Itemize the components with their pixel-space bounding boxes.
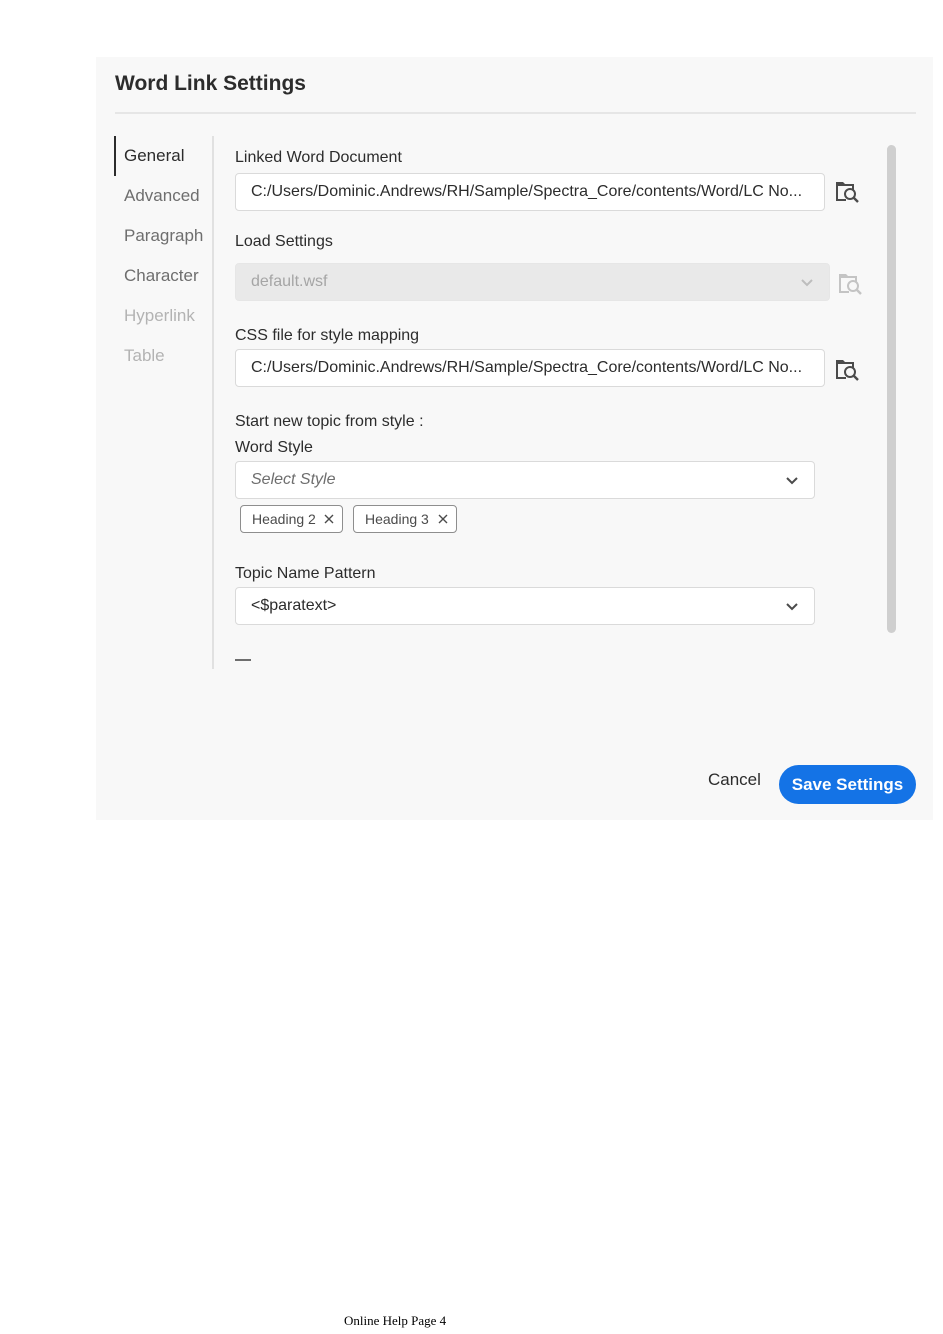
linked-doc-field[interactable]: C:/Users/Dominic.Andrews/RH/Sample/Spect…	[235, 173, 825, 211]
topic-pattern-label: Topic Name Pattern	[235, 565, 376, 582]
topic-pattern-value: <$paratext>	[251, 597, 337, 614]
load-settings-value: default.wsf	[251, 273, 328, 290]
tag-label: Heading 3	[365, 511, 429, 527]
word-style-placeholder: Select Style	[251, 471, 336, 488]
chevron-down-icon	[786, 477, 798, 485]
nav-item-general[interactable]: General	[114, 136, 212, 176]
style-tag-heading-3: Heading 3	[353, 505, 457, 533]
css-file-label: CSS file for style mapping	[235, 327, 420, 344]
nav-item-advanced[interactable]: Advanced	[114, 176, 212, 216]
collapsed-section-marker	[235, 659, 251, 661]
close-icon[interactable]	[438, 514, 448, 524]
nav-item-paragraph[interactable]: Paragraph	[114, 216, 212, 256]
load-settings-label: Load Settings	[235, 233, 333, 250]
topic-pattern-select[interactable]: <$paratext>	[235, 587, 815, 625]
save-settings-button[interactable]: Save Settings	[779, 765, 916, 804]
chevron-down-icon	[786, 603, 798, 611]
dialog-title: Word Link Settings	[115, 72, 306, 95]
tag-label: Heading 2	[252, 511, 316, 527]
settings-nav: General Advanced Paragraph Character Hyp…	[114, 136, 212, 376]
word-style-label: Word Style	[235, 439, 313, 456]
load-settings-select: default.wsf	[235, 263, 830, 301]
close-icon[interactable]	[324, 514, 334, 524]
nav-divider	[212, 136, 214, 669]
folder-search-icon	[836, 360, 859, 381]
nav-item-table: Table	[124, 346, 165, 365]
folder-search-icon	[839, 274, 862, 295]
page-footer: Online Help Page 4	[344, 1313, 447, 1328]
nav-item-character[interactable]: Character	[114, 256, 212, 296]
scrollbar[interactable]	[887, 145, 896, 633]
browse-load-settings-button	[838, 271, 864, 295]
nav-item-hyperlink: Hyperlink	[124, 306, 195, 325]
linked-doc-label: Linked Word Document	[235, 149, 402, 166]
chevron-down-icon	[801, 279, 813, 287]
word-style-select[interactable]: Select Style	[235, 461, 815, 499]
browse-linked-doc-button[interactable]	[835, 179, 861, 203]
title-divider	[115, 112, 916, 114]
style-tag-heading-2: Heading 2	[240, 505, 343, 533]
browse-css-button[interactable]	[835, 357, 861, 381]
word-link-settings-dialog: Word Link Settings General Advanced Para…	[96, 57, 933, 820]
start-topic-label: Start new topic from style :	[235, 413, 424, 430]
css-file-field[interactable]: C:/Users/Dominic.Andrews/RH/Sample/Spect…	[235, 349, 825, 387]
folder-search-icon	[836, 182, 859, 203]
cancel-button[interactable]: Cancel	[708, 770, 761, 790]
